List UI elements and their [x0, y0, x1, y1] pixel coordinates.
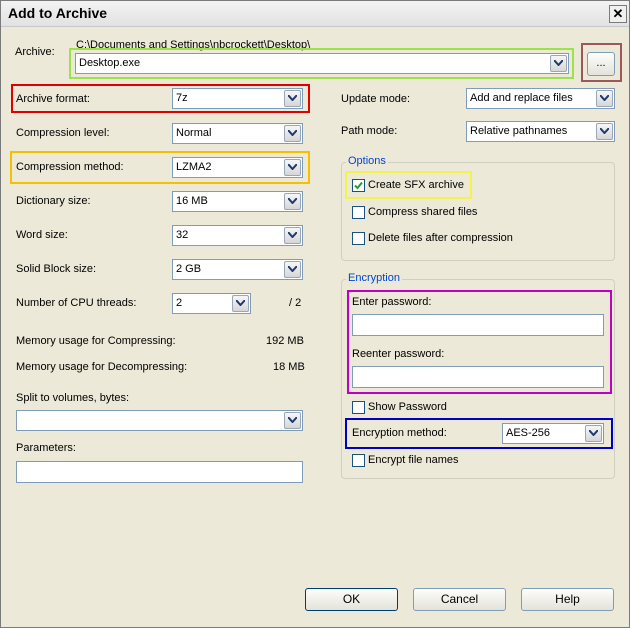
mem-decompress-label: Memory usage for Decompressing: — [16, 361, 188, 373]
show-password-label: Show Password — [368, 401, 447, 413]
add-to-archive-dialog: Add to Archive ✕ Archive: C:\Documents a… — [0, 0, 630, 628]
split-volumes-combo[interactable] — [16, 410, 303, 431]
chevron-down-icon[interactable] — [550, 55, 567, 72]
solid-block-size-label: Solid Block size: — [16, 263, 97, 275]
chevron-down-icon[interactable] — [284, 261, 301, 278]
cpu-threads-max: / 2 — [289, 297, 302, 309]
parameters-input[interactable] — [16, 461, 303, 483]
chevron-down-icon[interactable] — [596, 90, 613, 107]
window-title: Add to Archive — [8, 5, 108, 21]
close-icon[interactable]: ✕ — [609, 5, 627, 23]
update-mode-label: Update mode: — [341, 93, 411, 105]
archive-filename-combo[interactable]: Desktop.exe — [75, 53, 569, 74]
compression-method-value: LZMA2 — [176, 161, 212, 173]
options-group-title: Options — [346, 155, 388, 167]
delete-after-label: Delete files after compression — [368, 232, 513, 244]
help-button[interactable]: Help — [521, 588, 614, 611]
chevron-down-icon[interactable] — [284, 193, 301, 210]
mem-compress-value: 192 MB — [266, 335, 304, 347]
reenter-password-label: Reenter password: — [352, 348, 445, 360]
chevron-down-icon[interactable] — [284, 125, 301, 142]
cancel-button[interactable]: Cancel — [413, 588, 506, 611]
enter-password-input[interactable] — [352, 314, 604, 336]
chevron-down-icon[interactable] — [284, 227, 301, 244]
delete-after-checkbox[interactable] — [352, 232, 365, 245]
word-size-value: 32 — [176, 229, 189, 241]
dictionary-size-combo[interactable]: 16 MB — [172, 191, 303, 212]
split-volumes-label: Split to volumes, bytes: — [16, 392, 130, 404]
solid-block-size-value: 2 GB — [176, 263, 202, 275]
title-bar: Add to Archive ✕ — [1, 1, 629, 27]
dictionary-size-value: 16 MB — [176, 195, 208, 207]
compress-shared-checkbox[interactable] — [352, 206, 365, 219]
browse-button[interactable]: ... — [587, 52, 615, 76]
encryption-group-title: Encryption — [346, 272, 402, 284]
archive-format-value: 7z — [176, 92, 188, 104]
path-mode-value: Relative pathnames — [470, 125, 568, 137]
chevron-down-icon[interactable] — [284, 412, 301, 429]
chevron-down-icon[interactable] — [232, 295, 249, 312]
create-sfx-checkbox[interactable] — [352, 179, 365, 192]
archive-label: Archive: — [15, 46, 55, 58]
archive-format-combo[interactable]: 7z — [172, 88, 303, 109]
compression-method-label: Compression method: — [16, 161, 124, 173]
compress-shared-label: Compress shared files — [368, 206, 478, 218]
path-mode-combo[interactable]: Relative pathnames — [466, 121, 615, 142]
create-sfx-label: Create SFX archive — [368, 179, 464, 191]
enter-password-label: Enter password: — [352, 296, 432, 308]
compression-level-combo[interactable]: Normal — [172, 123, 303, 144]
encrypt-names-checkbox[interactable] — [352, 454, 365, 467]
chevron-down-icon[interactable] — [596, 123, 613, 140]
mem-decompress-value: 18 MB — [273, 361, 305, 373]
chevron-down-icon[interactable] — [284, 159, 301, 176]
archive-format-label: Archive format: — [16, 93, 90, 105]
show-password-checkbox[interactable] — [352, 401, 365, 414]
encrypt-names-label: Encrypt file names — [368, 454, 459, 466]
dictionary-size-label: Dictionary size: — [16, 195, 91, 207]
compression-method-combo[interactable]: LZMA2 — [172, 157, 303, 178]
cpu-threads-combo[interactable]: 2 — [172, 293, 251, 314]
parameters-label: Parameters: — [16, 442, 76, 454]
word-size-combo[interactable]: 32 — [172, 225, 303, 246]
reenter-password-input[interactable] — [352, 366, 604, 388]
archive-path: C:\Documents and Settings\nbcrockett\Des… — [76, 39, 311, 51]
chevron-down-icon[interactable] — [585, 425, 602, 442]
compression-level-value: Normal — [176, 127, 212, 139]
mem-compress-label: Memory usage for Compressing: — [16, 335, 176, 347]
cpu-threads-label: Number of CPU threads: — [16, 297, 137, 309]
compression-level-label: Compression level: — [16, 127, 110, 139]
encryption-method-combo[interactable]: AES-256 — [502, 423, 604, 444]
solid-block-size-combo[interactable]: 2 GB — [172, 259, 303, 280]
update-mode-combo[interactable]: Add and replace files — [466, 88, 615, 109]
chevron-down-icon[interactable] — [284, 90, 301, 107]
update-mode-value: Add and replace files — [470, 92, 573, 104]
path-mode-label: Path mode: — [341, 125, 398, 137]
cpu-threads-value: 2 — [176, 297, 183, 309]
word-size-label: Word size: — [16, 229, 68, 241]
ok-button[interactable]: OK — [305, 588, 398, 611]
archive-filename-value: Desktop.exe — [79, 57, 141, 69]
encryption-method-value: AES-256 — [506, 427, 551, 439]
encryption-method-label: Encryption method: — [352, 427, 447, 439]
